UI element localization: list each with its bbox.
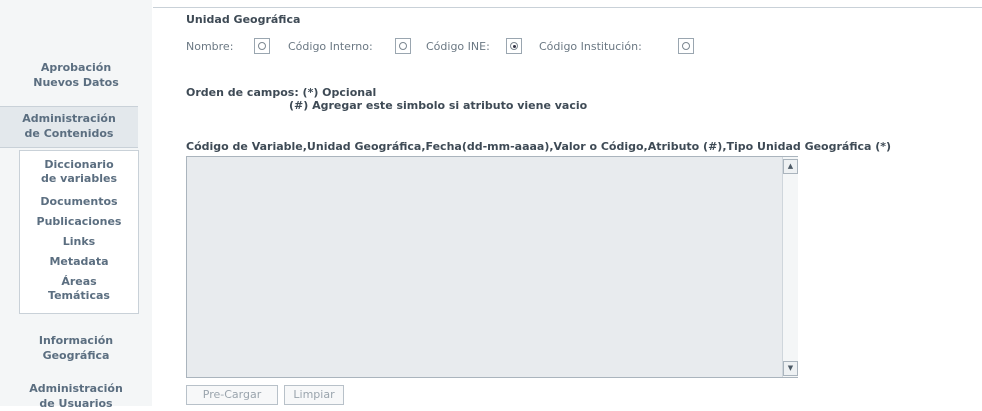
submenu-item-metadata[interactable]: Metadata [20,255,138,269]
orden-campos-note: (#) Agregar este simbolo si atributo vie… [289,99,588,112]
header-divider [153,7,982,8]
radio-label-codigo-ine: Código INE: [426,40,490,53]
radio-label-codigo-interno: Código Interno: [288,40,373,53]
nav-informacion-geografica[interactable]: Información Geográfica [0,333,152,363]
submenu-label: Metadata [49,255,109,268]
submenu-label: Temáticas [48,289,110,302]
scroll-down-icon[interactable]: ▼ [783,361,798,376]
submenu-item-links[interactable]: Links [20,235,138,249]
nav-label: de Contenidos [24,127,114,140]
orden-campos-label: Orden de campos: (*) Opcional [186,86,377,99]
radio-label-nombre: Nombre: [186,40,234,53]
submenu-item-diccionario[interactable]: Diccionario de variables [20,158,138,186]
nav-label: Nuevos Datos [33,76,119,89]
submenu-label: Publicaciones [36,215,122,228]
nav-label: Aprobación [40,61,112,74]
scroll-up-icon[interactable]: ▲ [783,159,798,174]
radio-codigo-ine[interactable] [506,38,522,54]
submenu-item-documentos[interactable]: Documentos [20,195,138,209]
nav-label: Administración [29,382,123,395]
submenu-item-publicaciones[interactable]: Publicaciones [20,215,138,229]
nav-label: Información [38,334,114,347]
nav-administracion-usuarios[interactable]: Administración de Usuarios [0,381,152,411]
submenu-label: Áreas [61,275,97,288]
submenu-label: Links [62,235,96,248]
submenu-contenidos: Diccionario de variables Documentos Publ… [19,150,139,314]
campos-format-header: Código de Variable,Unidad Geográfica,Fec… [186,140,892,153]
submenu-item-areas-tematicas[interactable]: Áreas Temáticas [20,275,138,303]
submenu-label: Diccionario [44,158,114,171]
radio-codigo-institucion[interactable] [678,38,694,54]
unidad-geografica-title: Unidad Geográfica [186,13,301,26]
textarea-scrollbar[interactable]: ▲ ▼ [782,157,798,377]
nav-administracion-contenidos[interactable]: Administración de Contenidos [0,106,138,148]
radio-codigo-interno[interactable] [395,38,411,54]
nav-label: Administración [22,112,116,125]
submenu-label: Documentos [40,195,118,208]
submenu-label: de variables [40,172,118,185]
limpiar-button[interactable]: Limpiar [284,385,344,405]
nav-aprobacion-nuevos-datos[interactable]: Aprobación Nuevos Datos [0,60,152,90]
radio-label-codigo-institucion: Código Institución: [539,40,642,53]
nav-label: Geográfica [42,349,110,362]
data-input-textarea[interactable] [186,156,798,378]
sidebar: Aprobación Nuevos Datos Administración d… [0,0,152,410]
radio-nombre[interactable] [254,38,270,54]
precargar-button[interactable]: Pre-Cargar [186,385,278,405]
nav-label: de Usuarios [39,397,113,410]
